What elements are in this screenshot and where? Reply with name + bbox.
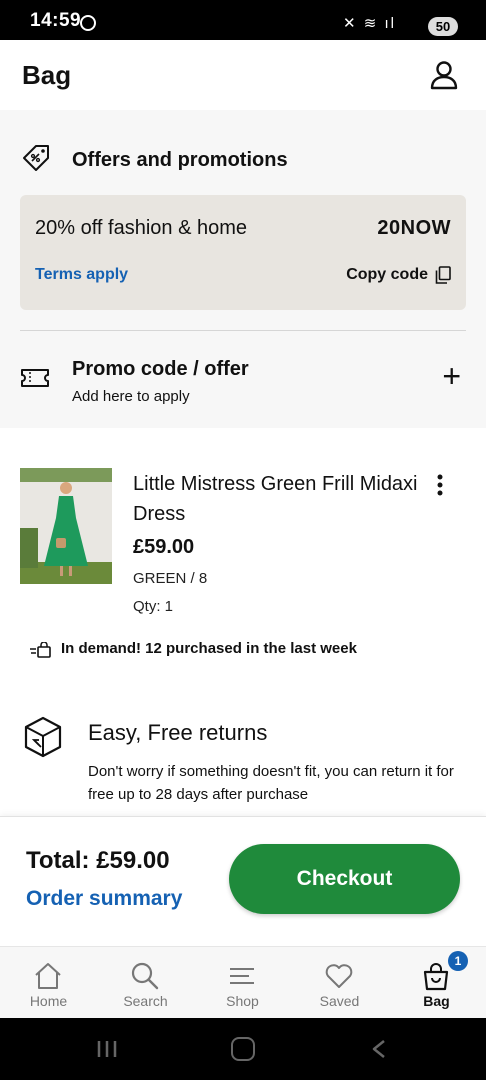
ticket-icon xyxy=(21,369,49,387)
returns-description: Don't worry if something doesn't fit, yo… xyxy=(88,763,454,803)
promo-code-title: Promo code / offer xyxy=(72,358,249,380)
checkout-bar: Total: £59.00 Order summary Checkout xyxy=(0,816,486,946)
free-returns-info: Easy, Free returns Don't worry if someth… xyxy=(24,716,474,808)
battery-indicator: 50 xyxy=(428,17,458,36)
order-summary-link[interactable]: Order summary xyxy=(26,887,182,911)
offers-heading: Offers and promotions xyxy=(72,149,288,171)
nav-shop[interactable]: Shop xyxy=(194,947,291,1019)
top-bar: Bag xyxy=(0,40,486,110)
nav-shop-label: Shop xyxy=(226,993,259,1009)
returns-title: Easy, Free returns xyxy=(88,720,268,745)
system-navigation-bar xyxy=(0,1018,486,1080)
promo-offer-card: 20% off fashion & home 20NOW Terms apply… xyxy=(20,195,466,310)
trending-bag-icon xyxy=(30,642,51,658)
nav-bag[interactable]: 1 Bag xyxy=(388,947,485,1019)
copy-icon[interactable] xyxy=(435,266,451,284)
status-time: 14:59 xyxy=(30,10,82,31)
product-quantity[interactable]: Qty: 1 xyxy=(133,598,173,615)
bag-count-badge: 1 xyxy=(448,951,468,971)
nav-saved[interactable]: Saved xyxy=(291,947,388,1019)
promo-code-row[interactable]: Promo code / offer Add here to apply + xyxy=(20,358,466,414)
returns-box-icon xyxy=(24,716,62,758)
search-icon xyxy=(131,962,159,990)
tag-discount-icon xyxy=(23,145,49,171)
in-demand-notice: In demand! 12 purchased in the last week xyxy=(30,640,470,660)
bag-item: Little Mistress Green Frill Midaxi Dress… xyxy=(20,465,466,625)
nav-search-label: Search xyxy=(123,993,168,1009)
nav-bag-label: Bag xyxy=(423,993,450,1009)
menu-icon xyxy=(230,968,254,984)
user-icon[interactable] xyxy=(430,60,458,90)
checkout-button[interactable]: Checkout xyxy=(229,844,460,914)
nav-search[interactable]: Search xyxy=(97,947,194,1019)
copy-code-button[interactable]: Copy code xyxy=(346,266,428,284)
add-promo-button[interactable]: + xyxy=(442,360,461,392)
recents-icon[interactable] xyxy=(96,1039,118,1059)
product-name[interactable]: Little Mistress Green Frill Midaxi Dress xyxy=(133,469,423,529)
nav-saved-label: Saved xyxy=(319,993,360,1009)
system-home-icon[interactable] xyxy=(231,1037,255,1061)
terms-link[interactable]: Terms apply xyxy=(35,266,128,284)
order-total: Total: £59.00 xyxy=(26,847,170,874)
offer-code: 20NOW xyxy=(377,217,451,239)
promo-code-subtitle: Add here to apply xyxy=(72,388,190,405)
page-title: Bag xyxy=(22,60,72,90)
offers-heading-row: Offers and promotions xyxy=(20,142,466,178)
product-price: £59.00 xyxy=(133,536,195,558)
status-icons: ✕ ≋ ıl xyxy=(343,15,396,32)
bag-icon xyxy=(423,963,449,991)
heart-icon xyxy=(325,964,353,988)
nav-home[interactable]: Home xyxy=(0,947,97,1019)
in-demand-text: In demand! 12 purchased in the last week xyxy=(61,640,357,657)
status-bar: 14:59 ✕ ≋ ıl 50 xyxy=(0,0,486,40)
bottom-navigation: Home Search Shop Saved 1 Bag xyxy=(0,946,486,1018)
nav-home-label: Home xyxy=(29,993,68,1009)
back-icon[interactable] xyxy=(371,1039,387,1059)
offer-description: 20% off fashion & home xyxy=(35,217,247,239)
product-variant: GREEN / 8 xyxy=(133,570,208,587)
more-options-icon[interactable] xyxy=(436,473,444,497)
product-image[interactable] xyxy=(20,468,112,584)
divider xyxy=(20,330,466,331)
home-icon xyxy=(35,963,61,989)
whatsapp-icon xyxy=(80,15,96,31)
